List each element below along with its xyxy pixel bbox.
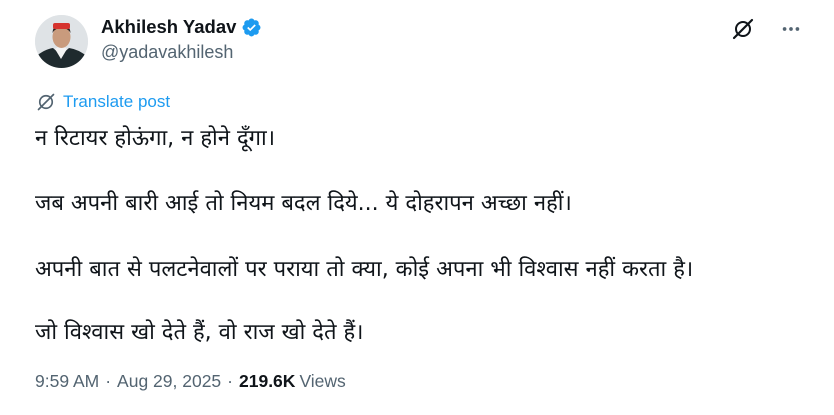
post-actions [730,16,804,42]
avatar-image [35,15,88,68]
grok-icon[interactable] [730,16,756,42]
translate-post-link[interactable]: Translate post [36,92,170,112]
views-count[interactable]: 219.6K [239,371,295,392]
verified-badge-icon[interactable] [241,17,262,38]
post-text-line: जब अपनी बारी आई तो नियम बदल दिये... ये द… [35,191,572,216]
author-name-row: Akhilesh Yadav [101,14,262,40]
translate-post-label: Translate post [63,92,171,111]
translate-icon [37,93,55,111]
author-name[interactable]: Akhilesh Yadav [101,16,236,38]
post-text-line: न रिटायर होऊंगा, न होने दूँगा। [35,126,276,151]
meta-separator: · [227,371,233,391]
post-date[interactable]: Aug 29, 2025 [117,371,221,392]
author-handle[interactable]: @yadavakhilesh [101,42,233,63]
views-label: Views [299,371,346,391]
meta-separator: · [105,371,112,391]
post-text-line: अपनी बात से पलटनेवालों पर पराया तो क्या,… [35,257,694,282]
more-options-icon[interactable] [778,16,804,42]
post-card: Akhilesh Yadav @yadavakhilesh Translate … [0,0,834,415]
post-text-line: जो विश्वास खो देते हैं, वो राज खो देते ह… [35,320,364,345]
post-time[interactable]: 9:59 AM [35,371,99,392]
post-meta: 9:59 AM · Aug 29, 2025 · 219.6K Views [35,371,346,392]
avatar[interactable] [35,15,88,68]
